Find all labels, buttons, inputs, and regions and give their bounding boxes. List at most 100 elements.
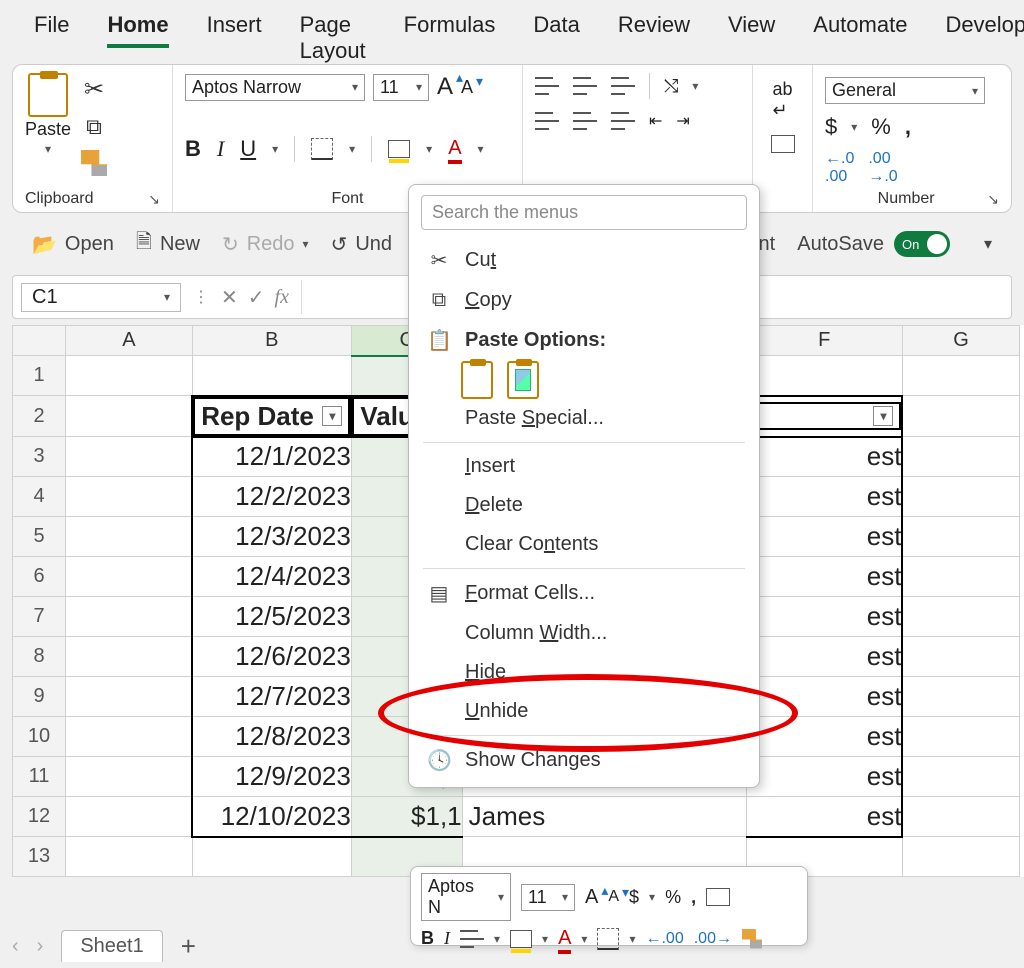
enter-formula-icon[interactable]: ✓ — [248, 285, 265, 310]
cell[interactable]: 12/5/2023 — [192, 597, 351, 637]
cell[interactable]: est — [746, 637, 902, 677]
cell[interactable] — [902, 477, 1019, 517]
orientation-icon[interactable]: ⤭ — [664, 76, 678, 97]
cell[interactable] — [902, 356, 1019, 396]
cell[interactable] — [902, 517, 1019, 557]
cell[interactable]: 12/6/2023 — [192, 637, 351, 677]
cell[interactable]: est — [746, 757, 902, 797]
cell[interactable] — [902, 837, 1019, 877]
italic-button[interactable]: I — [217, 136, 224, 162]
cell[interactable]: 12/2/2023 — [192, 477, 351, 517]
menu-format-cells[interactable]: ▤Format Cells... — [409, 573, 759, 614]
underline-button[interactable]: U — [240, 136, 256, 162]
col-header-G[interactable]: G — [902, 326, 1019, 356]
cell[interactable] — [902, 396, 1019, 437]
cell[interactable] — [66, 797, 193, 837]
menu-cut[interactable]: ✂ Cut — [409, 240, 759, 281]
menu-insert[interactable]: Insert — [409, 447, 759, 486]
font-name-select[interactable]: Aptos Narrow▾ — [185, 74, 365, 101]
cell[interactable]: James — [462, 797, 746, 837]
align-middle-icon[interactable] — [573, 77, 597, 95]
sheet-nav-prev[interactable]: ‹ — [12, 935, 19, 958]
cell[interactable] — [192, 837, 351, 877]
row-header[interactable]: 2 — [13, 396, 66, 437]
format-painter-icon[interactable] — [81, 150, 107, 176]
col-header-F[interactable]: F — [746, 326, 902, 356]
mini-comma-icon[interactable]: , — [691, 887, 696, 908]
sheet-tab-1[interactable]: Sheet1 — [61, 930, 162, 962]
cell[interactable]: 12/10/2023 — [192, 797, 351, 837]
cell[interactable] — [66, 597, 193, 637]
decrease-decimal-icon[interactable]: .00→.0 — [868, 150, 897, 186]
tab-formulas[interactable]: Formulas — [404, 12, 496, 44]
mini-increase-font-icon[interactable]: A▴ — [585, 886, 598, 909]
paste-label[interactable]: Paste — [25, 119, 71, 140]
decrease-indent-icon[interactable]: ⇤ — [649, 111, 662, 131]
tab-file[interactable]: File — [34, 12, 69, 44]
cell[interactable] — [66, 396, 193, 437]
cell[interactable] — [902, 717, 1019, 757]
cell[interactable]: Rep Date▾ — [192, 396, 351, 437]
add-sheet-button[interactable]: + — [181, 931, 196, 962]
increase-decimal-icon[interactable]: ←.0.00 — [825, 150, 854, 186]
cell[interactable] — [66, 757, 193, 797]
fx-icon[interactable]: fx — [275, 286, 289, 309]
row-header[interactable]: 7 — [13, 597, 66, 637]
mini-size-select[interactable]: 11▾ — [521, 884, 575, 911]
col-header-A[interactable]: A — [66, 326, 193, 356]
merge-cells-icon[interactable] — [771, 135, 795, 153]
mini-fill-icon[interactable] — [510, 930, 532, 948]
mini-border-icon[interactable] — [597, 928, 619, 950]
align-bottom-icon[interactable] — [611, 77, 635, 95]
autosave-toggle[interactable]: On — [894, 231, 950, 257]
mini-font-select[interactable]: Aptos N▾ — [421, 873, 511, 921]
copy-icon[interactable]: ⧉ — [86, 114, 102, 140]
cell[interactable]: ▾ — [746, 396, 902, 437]
menu-search-input[interactable]: Search the menus — [421, 195, 747, 230]
cell[interactable]: 12/8/2023 — [192, 717, 351, 757]
row-header[interactable]: 3 — [13, 437, 66, 477]
bold-button[interactable]: B — [185, 136, 201, 162]
row-header[interactable]: 9 — [13, 677, 66, 717]
row-header[interactable]: 13 — [13, 837, 66, 877]
cell[interactable] — [902, 797, 1019, 837]
cell[interactable] — [192, 356, 351, 396]
row-header[interactable]: 10 — [13, 717, 66, 757]
cell[interactable] — [66, 637, 193, 677]
mini-increase-decimal-icon[interactable]: ←.00 — [645, 930, 683, 948]
cell[interactable] — [66, 717, 193, 757]
align-top-icon[interactable] — [535, 77, 559, 95]
qat-undo[interactable]: ↺Und — [331, 232, 392, 257]
tab-home[interactable]: Home — [107, 12, 168, 48]
cell[interactable] — [746, 356, 902, 396]
number-format-select[interactable]: General▾ — [825, 77, 985, 104]
row-header[interactable]: 8 — [13, 637, 66, 677]
tab-insert[interactable]: Insert — [207, 12, 262, 44]
tab-automate[interactable]: Automate — [813, 12, 907, 44]
align-left-icon[interactable] — [535, 112, 559, 130]
cell[interactable] — [902, 557, 1019, 597]
cell[interactable]: est — [746, 437, 902, 477]
cancel-formula-icon[interactable]: ✕ — [221, 285, 238, 310]
tab-view[interactable]: View — [728, 12, 775, 44]
menu-hide[interactable]: Hide — [409, 653, 759, 692]
filter-dropdown-icon[interactable]: ▾ — [873, 406, 893, 426]
cell[interactable] — [66, 437, 193, 477]
number-dialog-launcher[interactable]: ↘ — [987, 191, 999, 208]
percent-icon[interactable]: % — [871, 114, 891, 140]
mini-currency-icon[interactable]: $ — [629, 887, 639, 908]
increase-font-icon[interactable]: A▴ — [437, 73, 453, 101]
clipboard-dialog-launcher[interactable]: ↘ — [148, 191, 160, 208]
comma-icon[interactable]: , — [905, 114, 911, 140]
cut-icon[interactable]: ✂ — [84, 75, 104, 104]
menu-paste-special[interactable]: Paste Special... — [409, 399, 759, 438]
borders-button[interactable] — [311, 138, 333, 160]
mini-percent-icon[interactable]: % — [665, 887, 681, 908]
row-header[interactable]: 12 — [13, 797, 66, 837]
cell[interactable]: est — [746, 477, 902, 517]
qat-open[interactable]: 📂Open — [32, 232, 114, 257]
cell[interactable]: 12/1/2023 — [192, 437, 351, 477]
cell[interactable] — [66, 837, 193, 877]
cell[interactable]: est — [746, 517, 902, 557]
menu-copy[interactable]: ⧉ Copy — [409, 281, 759, 320]
